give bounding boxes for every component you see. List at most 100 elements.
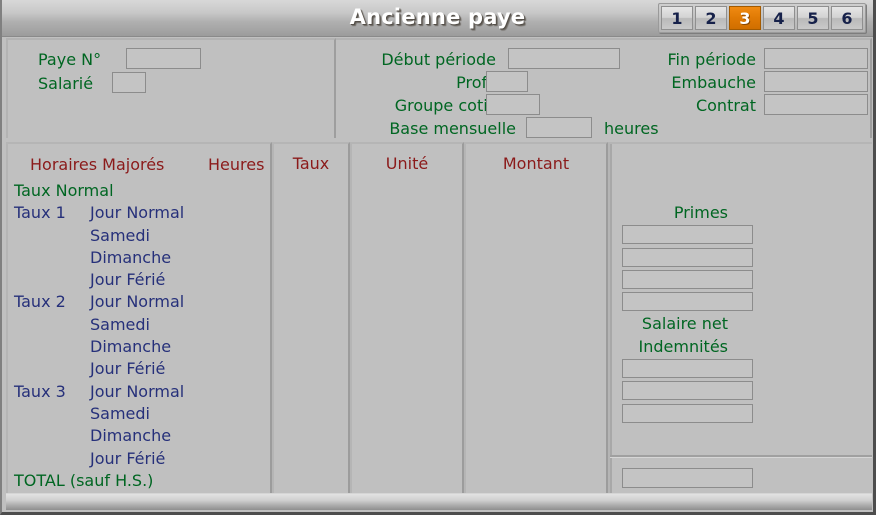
table-cell-taux[interactable] xyxy=(274,202,348,224)
summary-value-input[interactable] xyxy=(622,247,753,267)
table-cell-montant[interactable] xyxy=(466,291,606,313)
row-name-label: Jour Férié xyxy=(90,448,166,468)
table-row[interactable]: Samedi xyxy=(8,403,270,425)
summary-row: Cotis. salar. xyxy=(610,247,872,269)
column-horaires-majores: Horaires Majorés Heures Taux Normal Taux … xyxy=(6,142,272,494)
page-tab-3[interactable]: 3 xyxy=(729,6,761,30)
contrat-input[interactable] xyxy=(764,94,868,115)
column-header-horaires-majores: Horaires Majorés xyxy=(30,155,165,174)
table-row[interactable]: Jour Férié xyxy=(8,269,270,291)
profil-input[interactable] xyxy=(486,71,528,92)
table-cell-montant[interactable] xyxy=(466,336,606,358)
page-tab-4[interactable]: 4 xyxy=(763,6,795,30)
table-cell-taux[interactable] xyxy=(274,291,348,313)
application-window: Ancienne paye 123456 Paye N° Salarié Déb… xyxy=(0,0,876,515)
table-row[interactable]: Samedi xyxy=(8,225,270,247)
table-cell-taux[interactable] xyxy=(274,358,348,380)
summary-value-input[interactable] xyxy=(622,225,753,245)
montant-cell-list xyxy=(466,180,606,494)
table-cell-montant[interactable] xyxy=(466,381,606,403)
summary-value-input[interactable] xyxy=(622,381,753,401)
table-cell-unite[interactable] xyxy=(352,269,462,291)
salarie-input[interactable] xyxy=(112,72,146,93)
table-cell-taux[interactable] xyxy=(274,425,348,447)
status-bar xyxy=(6,493,872,510)
page-tab-6[interactable]: 6 xyxy=(831,6,863,30)
table-cell-unite[interactable] xyxy=(352,336,462,358)
table-cell-montant[interactable] xyxy=(466,403,606,425)
unite-cell-list xyxy=(352,180,462,494)
net-paye-row: Net paye xyxy=(610,466,872,490)
table-row[interactable]: Dimanche xyxy=(8,247,270,269)
table-cell-taux[interactable] xyxy=(274,403,348,425)
groupe-cotis-input[interactable] xyxy=(486,94,540,115)
table-cell-taux[interactable] xyxy=(274,225,348,247)
table-cell-unite[interactable] xyxy=(352,180,462,202)
page-tab-2[interactable]: 2 xyxy=(695,6,727,30)
table-cell-unite[interactable] xyxy=(352,358,462,380)
table-row[interactable]: TOTAL (sauf H.S.) xyxy=(8,470,270,492)
table-row[interactable]: Taux 2 Jour Normal xyxy=(8,291,270,313)
summary-panel: Primes Salaire brutCotis. salar.Cotis. im… xyxy=(608,142,872,494)
table-row[interactable]: Samedi xyxy=(8,314,270,336)
embauche-input[interactable] xyxy=(764,71,868,92)
table-row[interactable]: Taux 3 Jour Normal xyxy=(8,381,270,403)
table-row[interactable]: Jour Férié xyxy=(8,358,270,380)
table-cell-montant[interactable] xyxy=(466,202,606,224)
summary-value-input[interactable] xyxy=(622,403,753,423)
table-cell-taux[interactable] xyxy=(274,247,348,269)
table-cell-unite[interactable] xyxy=(352,247,462,269)
table-cell-taux[interactable] xyxy=(274,269,348,291)
table-cell-montant[interactable] xyxy=(466,448,606,470)
table-cell-unite[interactable] xyxy=(352,425,462,447)
row-group-label: Taux Normal xyxy=(14,181,114,200)
table-cell-montant[interactable] xyxy=(466,470,606,492)
table-cell-unite[interactable] xyxy=(352,448,462,470)
table-cell-unite[interactable] xyxy=(352,403,462,425)
table-cell-montant[interactable] xyxy=(466,314,606,336)
summary-value-input[interactable] xyxy=(622,292,753,312)
table-cell-montant[interactable] xyxy=(466,425,606,447)
table-cell-taux[interactable] xyxy=(274,448,348,470)
row-name-label: Jour Normal xyxy=(90,292,185,312)
page-tab-5[interactable]: 5 xyxy=(797,6,829,30)
row-name-label: Jour Normal xyxy=(90,203,185,223)
table-cell-unite[interactable] xyxy=(352,225,462,247)
paye-number-input[interactable] xyxy=(126,48,201,69)
table-cell-unite[interactable] xyxy=(352,202,462,224)
row-name-label: Dimanche xyxy=(90,337,172,357)
table-cell-montant[interactable] xyxy=(466,269,606,291)
page-tab-1[interactable]: 1 xyxy=(661,6,693,30)
net-paye-input[interactable] xyxy=(622,468,753,488)
summary-row-list: Primes Salaire brutCotis. salar.Cotis. im… xyxy=(610,202,872,425)
table-cell-unite[interactable] xyxy=(352,381,462,403)
salarie-label: Salarié xyxy=(38,74,94,93)
table-cell-unite[interactable] xyxy=(352,470,462,492)
table-cell-taux[interactable] xyxy=(274,314,348,336)
summary-value-input[interactable] xyxy=(622,269,753,289)
debut-periode-label: Début période xyxy=(381,50,496,69)
table-cell-unite[interactable] xyxy=(352,291,462,313)
table-cell-montant[interactable] xyxy=(466,225,606,247)
table-cell-montant[interactable] xyxy=(466,358,606,380)
table-row[interactable]: Taux Normal xyxy=(8,180,270,202)
table-cell-taux[interactable] xyxy=(274,381,348,403)
table-cell-unite[interactable] xyxy=(352,314,462,336)
base-mensuelle-unit-label: heures xyxy=(604,119,659,138)
base-mensuelle-input[interactable] xyxy=(526,117,592,138)
table-cell-montant[interactable] xyxy=(466,247,606,269)
summary-value-input[interactable] xyxy=(622,359,753,379)
table-cell-montant[interactable] xyxy=(466,180,606,202)
title-bar: Ancienne paye 123456 xyxy=(2,0,873,37)
row-group-label: Taux 3 xyxy=(14,381,66,401)
table-cell-taux[interactable] xyxy=(274,470,348,492)
table-row[interactable]: Jour Férié xyxy=(8,448,270,470)
table-row[interactable]: Dimanche xyxy=(8,425,270,447)
table-cell-taux[interactable] xyxy=(274,336,348,358)
table-row[interactable]: Taux 1 Jour Normal xyxy=(8,202,270,224)
fin-periode-input[interactable] xyxy=(764,48,868,69)
row-name-label: Jour Férié xyxy=(90,270,166,290)
embauche-label: Embauche xyxy=(671,73,756,92)
table-row[interactable]: Dimanche xyxy=(8,336,270,358)
table-cell-taux[interactable] xyxy=(274,180,348,202)
